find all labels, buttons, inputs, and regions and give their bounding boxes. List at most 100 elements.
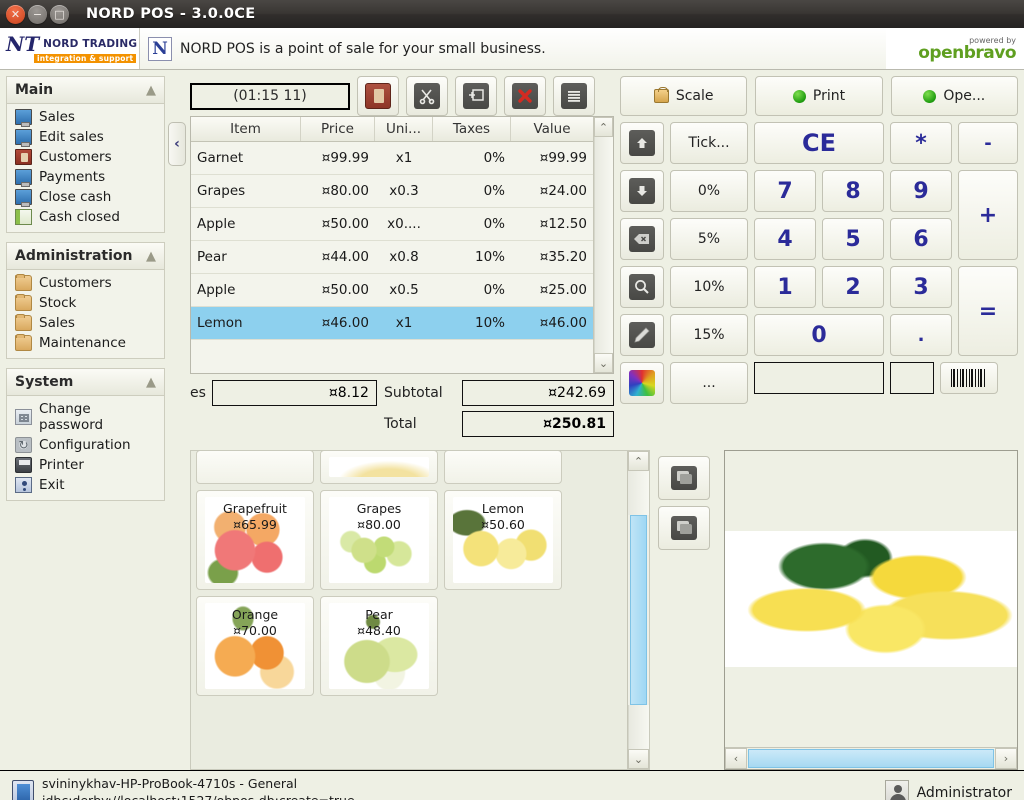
barcode-icon [951,369,987,387]
move-up-button[interactable] [620,122,664,164]
keypad-display-input[interactable] [754,362,884,394]
scale-button[interactable]: Scale [620,76,747,116]
delete-ticket-button[interactable] [504,76,546,116]
ticket-number-display[interactable]: (01:15 11) [190,83,350,110]
scrollbar-track[interactable] [594,137,613,353]
key-ce[interactable]: CE [754,122,884,164]
keypad-quantity-input[interactable] [890,362,934,394]
sidebar-group-main-header[interactable]: Main ▲ [7,77,164,104]
key-7[interactable]: 7 [754,170,816,212]
table-row[interactable]: Grapes ¤80.00 x0.3 0% ¤24.00 [191,175,593,208]
sidebar-group-administration-header[interactable]: Administration ▲ [7,243,164,270]
scrollbar-track-top[interactable] [628,471,649,515]
sidebar-collapse-button[interactable]: ‹ [168,122,186,166]
chevron-up-icon[interactable]: ▲ [146,83,156,98]
sidebar-group-system-header[interactable]: System ▲ [7,369,164,396]
table-row[interactable]: Apple ¤50.00 x0.... 0% ¤12.50 [191,208,593,241]
ticket-table-scrollbar[interactable]: ⌃ ⌄ [593,117,613,373]
taxes-label: es [190,385,206,401]
sidebar-item-change-password[interactable]: Change password [11,399,160,435]
table-row[interactable]: Garnet ¤99.99 x1 0% ¤99.99 [191,142,593,175]
scroll-up-icon[interactable]: ⌃ [628,451,649,471]
table-row-selected[interactable]: Lemon ¤46.00 x1 10% ¤46.00 [191,307,593,340]
product-tile-grapes[interactable]: Grapes ¤80.00 [320,490,438,590]
list-tickets-button[interactable] [553,76,595,116]
sidebar-item-sales[interactable]: Sales [11,107,160,127]
key-plus[interactable]: + [958,170,1018,260]
sidebar-item-customers[interactable]: Customers [11,147,160,167]
sidebar-item-configuration[interactable]: Configuration [11,435,160,455]
scrollbar-thumb[interactable] [748,749,994,768]
discount-15-button[interactable]: 15% [670,314,748,356]
sidebar-item-admin-maintenance[interactable]: Maintenance [11,333,160,353]
product-tile-pear[interactable]: Pear ¤48.40 [320,596,438,696]
cut-line-button[interactable] [406,76,448,116]
keypad-inputs [754,362,1018,394]
sidebar-item-admin-stock[interactable]: Stock [11,293,160,313]
key-minus[interactable]: - [958,122,1018,164]
close-icon[interactable]: ✕ [6,5,25,24]
key-3[interactable]: 3 [890,266,952,308]
product-grid-scrollbar[interactable]: ⌃ ⌄ [627,451,649,769]
category-up-button[interactable] [658,506,710,550]
product-tile-orange[interactable]: Orange ¤70.00 [196,596,314,696]
key-6[interactable]: 6 [890,218,952,260]
color-button[interactable] [620,362,664,404]
sidebar-item-printer[interactable]: Printer [11,455,160,475]
backspace-button[interactable] [620,218,664,260]
scrollbar-track-bottom[interactable] [628,705,649,749]
table-row[interactable]: Apple ¤50.00 x0.5 0% ¤25.00 [191,274,593,307]
chevron-up-icon[interactable]: ▲ [146,249,156,264]
discount-0-button[interactable]: 0% [670,170,748,212]
sidebar-item-close-cash[interactable]: Close cash [11,187,160,207]
scrollbar-thumb[interactable] [630,515,647,705]
key-9[interactable]: 9 [890,170,952,212]
product-tile-grapefruit[interactable]: Grapefruit ¤65.99 [196,490,314,590]
key-5[interactable]: 5 [822,218,884,260]
edit-button[interactable] [620,314,664,356]
product-partial-2[interactable] [320,451,438,484]
move-down-button[interactable] [620,170,664,212]
sidebar-item-payments[interactable]: Payments [11,167,160,187]
discount-5-button[interactable]: 5% [670,218,748,260]
scroll-up-icon[interactable]: ⌃ [594,117,613,137]
product-name: Grapes [321,501,437,516]
scroll-down-icon[interactable]: ⌄ [594,353,613,373]
product-grid-panel: Grapefruit ¤65.99 Grapes ¤80.00 [190,450,650,770]
sidebar-item-cash-closed[interactable]: Cash closed [11,207,160,227]
open-drawer-button[interactable]: Ope... [891,76,1018,116]
scroll-right-icon[interactable]: › [995,748,1017,769]
key-4[interactable]: 4 [754,218,816,260]
key-8[interactable]: 8 [822,170,884,212]
discount-more-button[interactable]: ... [670,362,748,404]
select-customer-button[interactable] [357,76,399,116]
key-1[interactable]: 1 [754,266,816,308]
key-asterisk[interactable]: * [890,122,952,164]
key-decimal[interactable]: . [890,314,952,356]
ticket-panel: (01:15 11) [190,76,614,442]
key-equals[interactable]: = [958,266,1018,356]
scroll-down-icon[interactable]: ⌄ [628,749,649,769]
add-line-button[interactable] [455,76,497,116]
sidebar-item-admin-customers[interactable]: Customers [11,273,160,293]
scroll-left-icon[interactable]: ‹ [725,748,747,769]
maximize-icon[interactable]: □ [50,5,69,24]
preview-horizontal-scrollbar[interactable]: ‹ › [725,747,1017,769]
category-back-button[interactable] [658,456,710,500]
discount-10-button[interactable]: 10% [670,266,748,308]
print-button[interactable]: Print [755,76,882,116]
product-partial-3[interactable] [444,451,562,484]
sidebar-item-exit[interactable]: Exit [11,475,160,495]
product-tile-lemon[interactable]: Lemon ¤50.60 [444,490,562,590]
search-button[interactable] [620,266,664,308]
minimize-icon[interactable]: − [28,5,47,24]
product-partial-1[interactable] [196,451,314,484]
key-0[interactable]: 0 [754,314,884,356]
chevron-up-icon[interactable]: ▲ [146,375,156,390]
barcode-scan-button[interactable] [940,362,998,394]
table-row[interactable]: Pear ¤44.00 x0.8 10% ¤35.20 [191,241,593,274]
sidebar-item-edit-sales[interactable]: Edit sales [11,127,160,147]
ticket-type-button[interactable]: Tick... [670,122,748,164]
key-2[interactable]: 2 [822,266,884,308]
sidebar-item-admin-sales[interactable]: Sales [11,313,160,333]
